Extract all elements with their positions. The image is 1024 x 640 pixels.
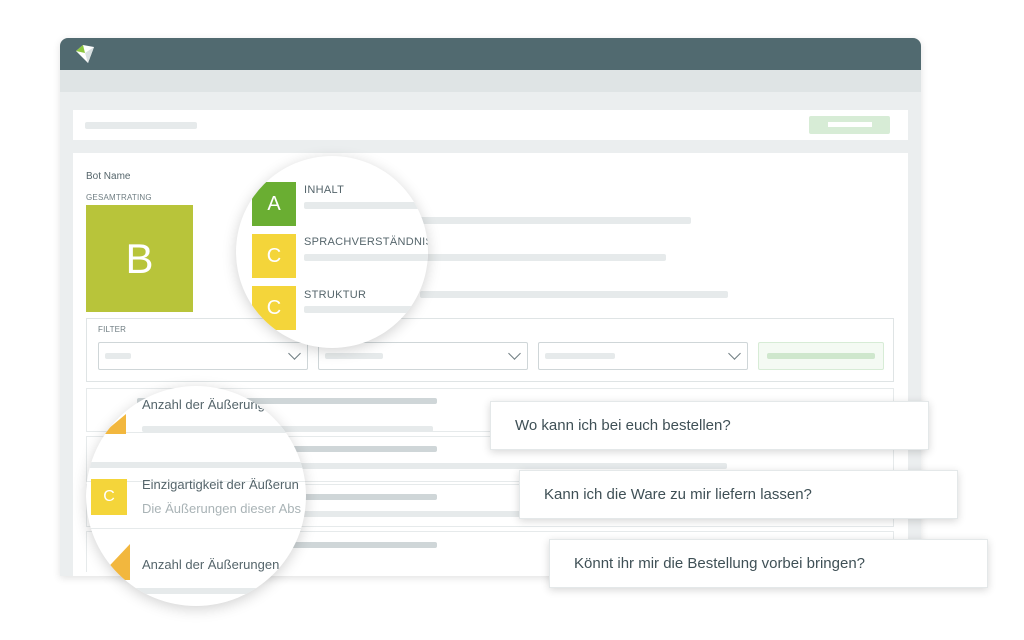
row-title: Anzahl der Äußerung bbox=[142, 397, 265, 412]
category-grade-badge: C bbox=[252, 286, 296, 330]
filter-select-3[interactable] bbox=[538, 342, 748, 370]
category-bar-placeholder bbox=[420, 254, 666, 261]
category-magnifier: A INHALT C SPRACHVERSTÄNDNIS C STRUKTUR bbox=[236, 156, 428, 348]
utterance-card: Wo kann ich bei euch bestellen? bbox=[490, 401, 929, 450]
row-grade-badge: D bbox=[96, 397, 118, 419]
row-subtitle: Die Äußerungen dieser Abs bbox=[142, 501, 301, 516]
filter-select-1[interactable] bbox=[98, 342, 308, 370]
toolbar bbox=[73, 110, 908, 140]
row-title: Anzahl der Äußerungen bbox=[142, 557, 280, 572]
category-grade-badge: A bbox=[252, 182, 296, 226]
row-grade-badge: C bbox=[91, 479, 127, 515]
filter-panel: FILTER bbox=[86, 318, 894, 382]
chevron-down-icon bbox=[508, 347, 521, 360]
category-bar-placeholder bbox=[420, 291, 728, 298]
chevron-down-icon bbox=[728, 347, 741, 360]
sub-bar bbox=[60, 70, 921, 92]
toolbar-action-button[interactable] bbox=[809, 116, 890, 134]
rows-magnifier: D Anzahl der Äußerung C Einzigartigkeit … bbox=[86, 386, 306, 606]
chevron-down-icon bbox=[288, 347, 301, 360]
category-label: SPRACHVERSTÄNDNIS bbox=[304, 236, 428, 248]
toolbar-placeholder bbox=[85, 122, 197, 129]
overall-rating-label: GESAMTRATING bbox=[86, 193, 152, 202]
title-bar bbox=[60, 38, 921, 70]
apply-filter-button[interactable] bbox=[758, 342, 884, 370]
bot-name-label: Bot Name bbox=[86, 171, 131, 182]
row-title: Einzigartigkeit der Äußerun bbox=[142, 477, 299, 492]
overall-grade-badge: B bbox=[86, 205, 193, 312]
category-label: STRUKTUR bbox=[304, 289, 367, 301]
category-label: INHALT bbox=[304, 184, 345, 196]
diamond-logo-icon bbox=[76, 45, 94, 63]
filter-label: FILTER bbox=[98, 325, 127, 334]
category-bar-placeholder bbox=[420, 217, 691, 224]
category-grade-badge: C bbox=[252, 234, 296, 278]
utterance-card: Könnt ihr mir die Bestellung vorbei brin… bbox=[549, 539, 988, 588]
utterance-card: Kann ich die Ware zu mir liefern lassen? bbox=[519, 470, 958, 519]
